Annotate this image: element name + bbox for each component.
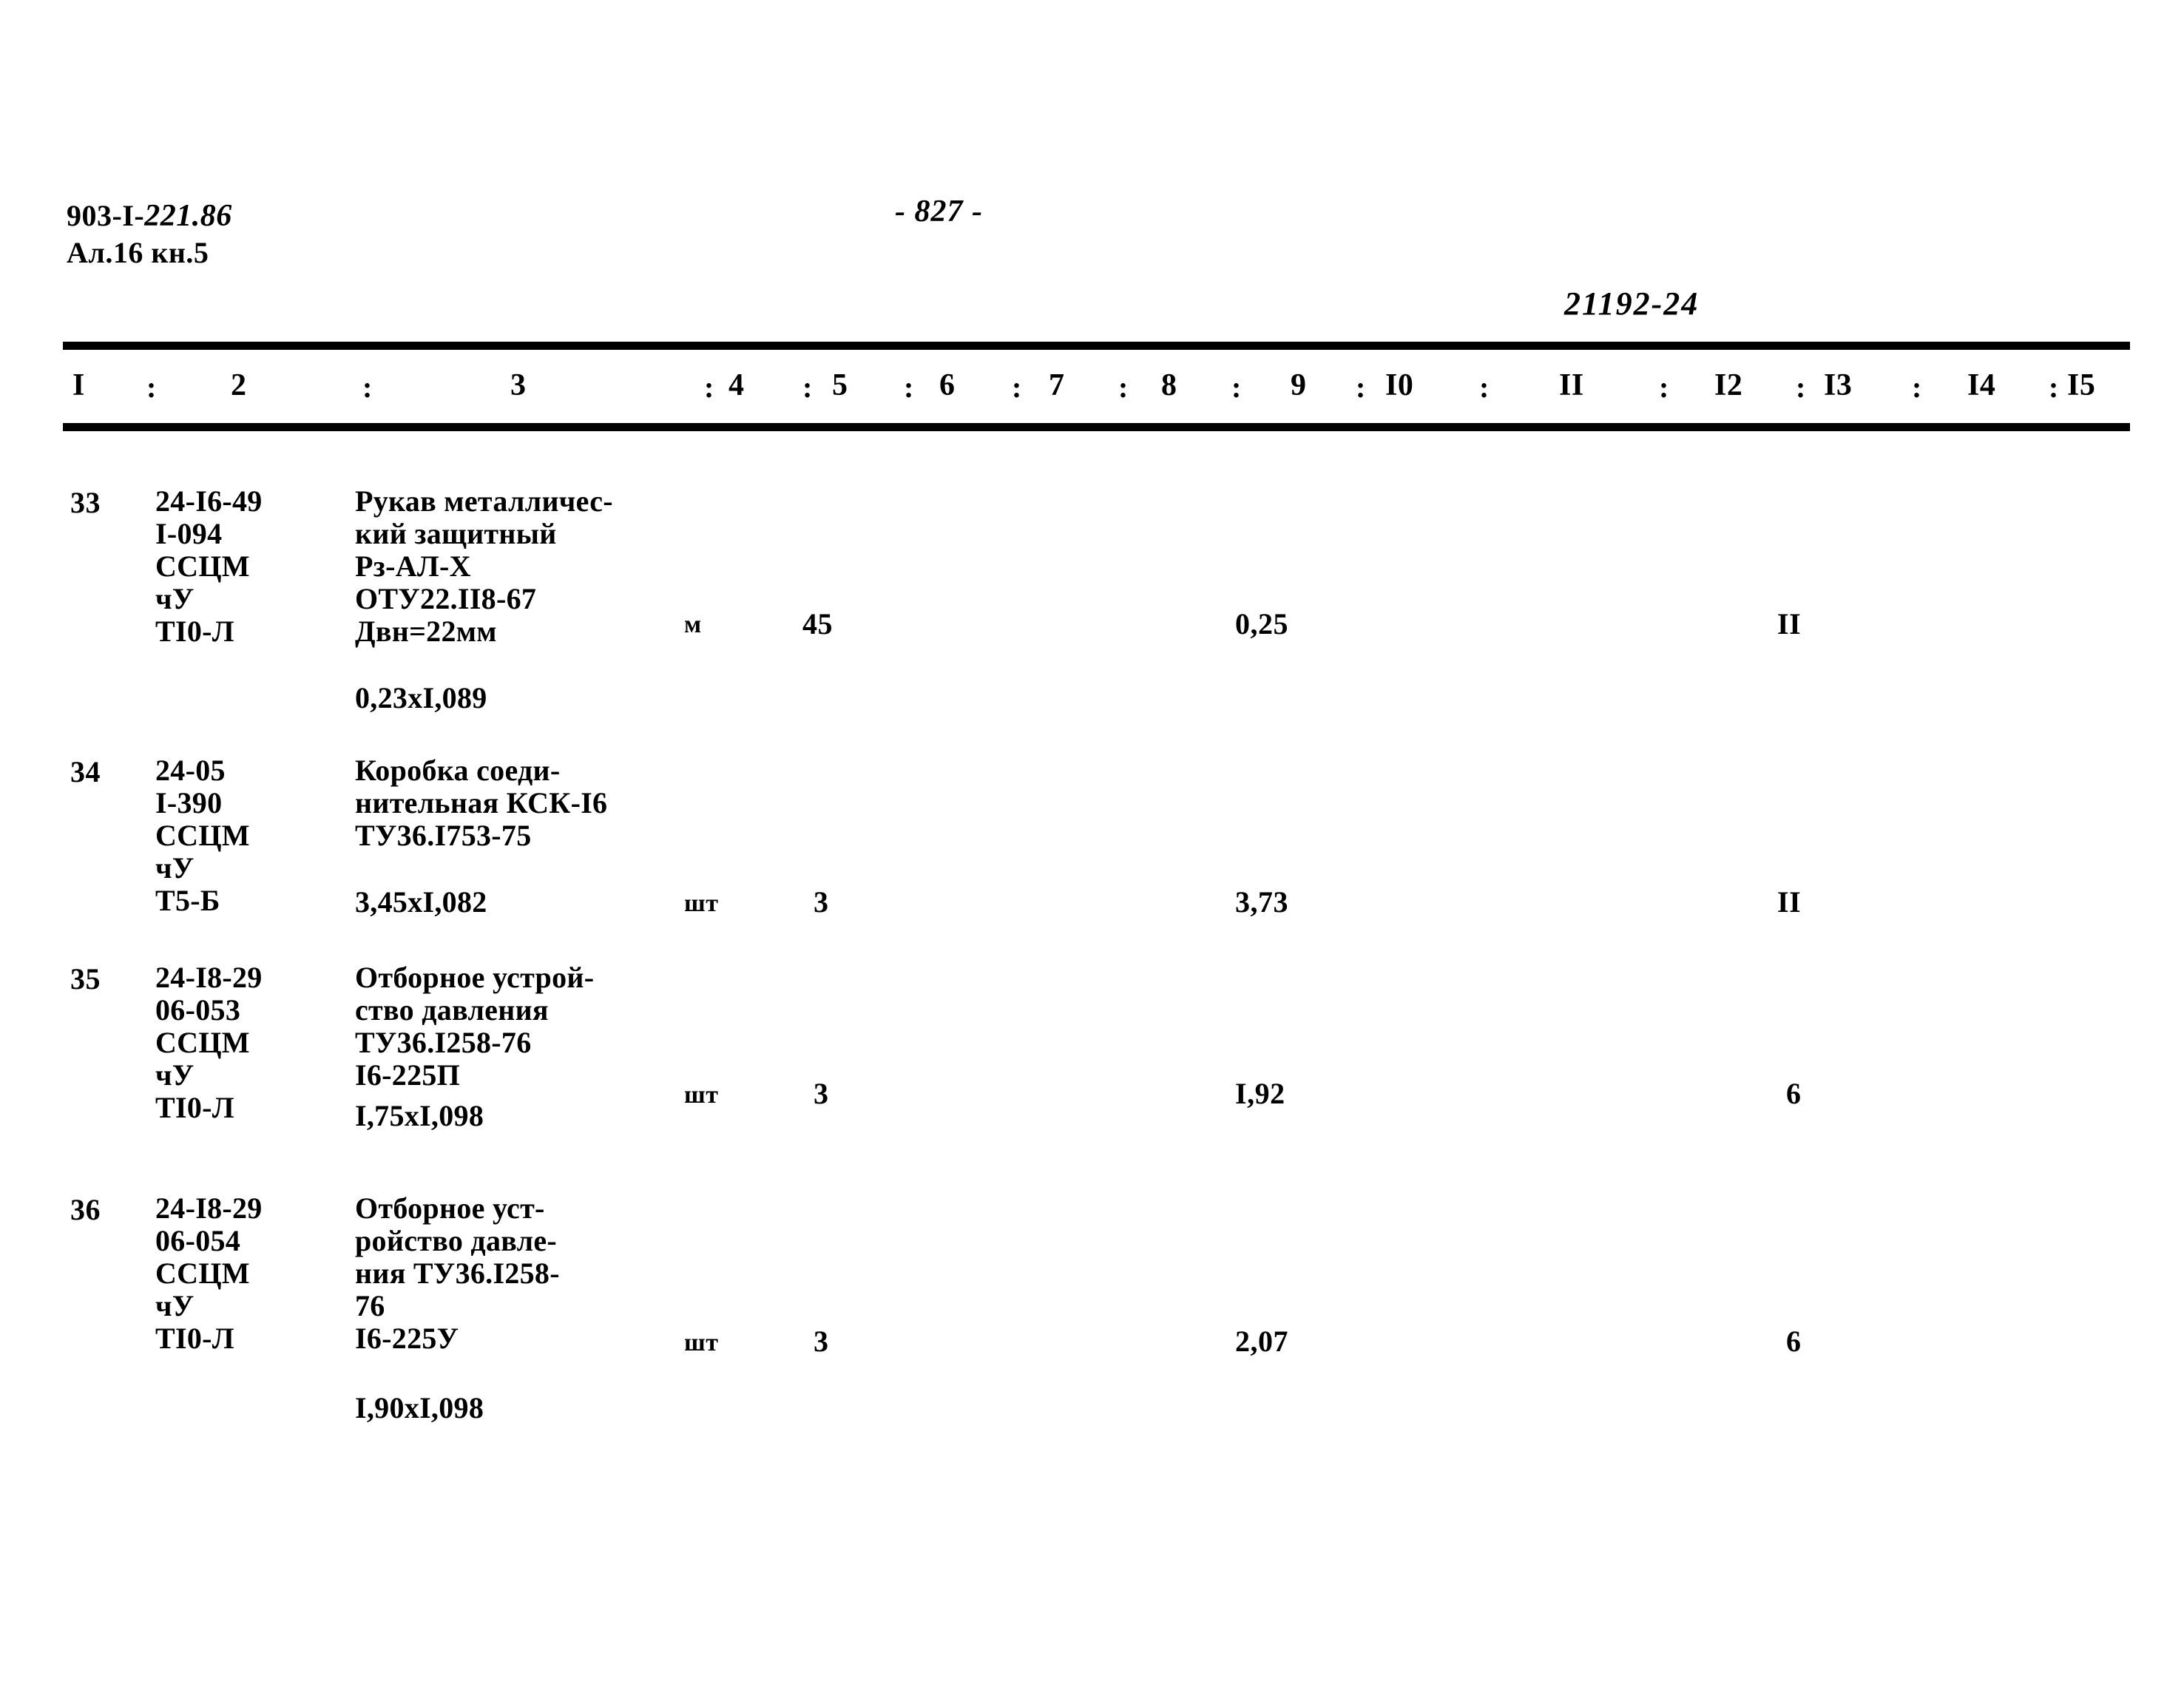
archive-stamp: 21192-24	[1564, 285, 1700, 322]
column-separator: :	[2049, 371, 2059, 404]
column-header-1: I	[72, 368, 85, 402]
column-header-11: II	[1559, 368, 1584, 402]
row-price: 2,07	[1235, 1325, 1288, 1358]
row-col12: II	[1777, 607, 1802, 640]
row-col12: 6	[1786, 1325, 1802, 1358]
row-number: 35	[70, 962, 101, 995]
row-unit: шт	[684, 890, 719, 917]
page-number: - 827 -	[895, 195, 983, 229]
table-rule-bottom	[63, 423, 2130, 431]
document-code-handwritten: 221.86	[144, 199, 232, 233]
row-name: Рукав металличес- кий защитный Рз-АЛ-Х О…	[355, 484, 613, 648]
row-code: 24-I6-49 I-094 ССЦМ чУ ТI0-Л	[155, 484, 263, 648]
column-header-9: 9	[1291, 368, 1307, 402]
table-rule-top	[63, 342, 2130, 350]
column-header-5: 5	[832, 368, 848, 402]
column-separator: :	[362, 371, 373, 404]
column-separator: :	[1796, 371, 1806, 404]
row-name: Отборное устрой- ство давления ТУ36.I258…	[355, 961, 595, 1092]
row-coefficient: 0,23хI,089	[355, 681, 487, 714]
column-header-7: 7	[1049, 368, 1065, 402]
row-qty: 45	[802, 607, 833, 640]
column-separator: :	[1118, 371, 1129, 404]
row-unit: шт	[684, 1081, 719, 1109]
row-number: 36	[70, 1193, 101, 1226]
row-name: Коробка соеди- нительная КСК-I6 ТУ36.I75…	[355, 754, 608, 852]
column-header-15: I5	[2067, 368, 2096, 402]
row-qty: 3	[814, 1077, 829, 1110]
row-price: 0,25	[1235, 607, 1288, 640]
row-name: Отборное уст- ройство давле- ния ТУ36.I2…	[355, 1191, 560, 1355]
document-code-printed: 903-I-	[67, 199, 145, 232]
row-code: 24-I8-29 06-053 ССЦМ чУ ТI0-Л	[155, 961, 263, 1124]
column-separator: :	[904, 371, 914, 404]
column-header-12: I2	[1714, 368, 1743, 402]
row-number: 34	[70, 755, 101, 788]
row-code: 24-I8-29 06-054 ССЦМ чУ ТI0-Л	[155, 1191, 263, 1355]
row-qty: 3	[814, 885, 829, 919]
column-header-4: 4	[728, 368, 745, 402]
column-separator: :	[146, 371, 157, 404]
column-separator: :	[1912, 371, 1922, 404]
row-qty: 3	[814, 1325, 829, 1358]
row-unit: шт	[684, 1329, 719, 1356]
row-price: I,92	[1235, 1077, 1285, 1110]
row-unit: м	[684, 611, 702, 638]
column-separator: :	[704, 371, 714, 404]
column-header-2: 2	[231, 368, 247, 402]
column-header-14: I4	[1967, 368, 1996, 402]
column-header-13: I3	[1824, 368, 1853, 402]
column-header-6: 6	[939, 368, 956, 402]
document-page: 903-I-221.86 Ал.16 кн.5 - 827 - 21192-24…	[0, 0, 2184, 1687]
row-coefficient: I,75хI,098	[355, 1099, 484, 1132]
document-subcode: Ал.16 кн.5	[67, 236, 209, 269]
row-number: 33	[70, 486, 101, 519]
row-col12: 6	[1786, 1077, 1802, 1110]
document-code: 903-I-221.86	[67, 198, 232, 234]
row-coefficient: I,90хI,098	[355, 1391, 484, 1424]
column-separator: :	[1356, 371, 1366, 404]
row-col12: II	[1777, 885, 1802, 919]
column-separator: :	[1231, 371, 1242, 404]
row-code: 24-05 I-390 ССЦМ чУ Т5-Б	[155, 754, 250, 917]
column-header-10: I0	[1385, 368, 1414, 402]
column-header-3: 3	[510, 368, 527, 402]
column-header-8: 8	[1161, 368, 1177, 402]
row-price: 3,73	[1235, 885, 1288, 919]
column-separator: :	[1659, 371, 1669, 404]
column-separator: :	[1012, 371, 1022, 404]
row-coefficient: 3,45хI,082	[355, 885, 487, 919]
column-separator: :	[1479, 371, 1490, 404]
column-separator: :	[802, 371, 813, 404]
